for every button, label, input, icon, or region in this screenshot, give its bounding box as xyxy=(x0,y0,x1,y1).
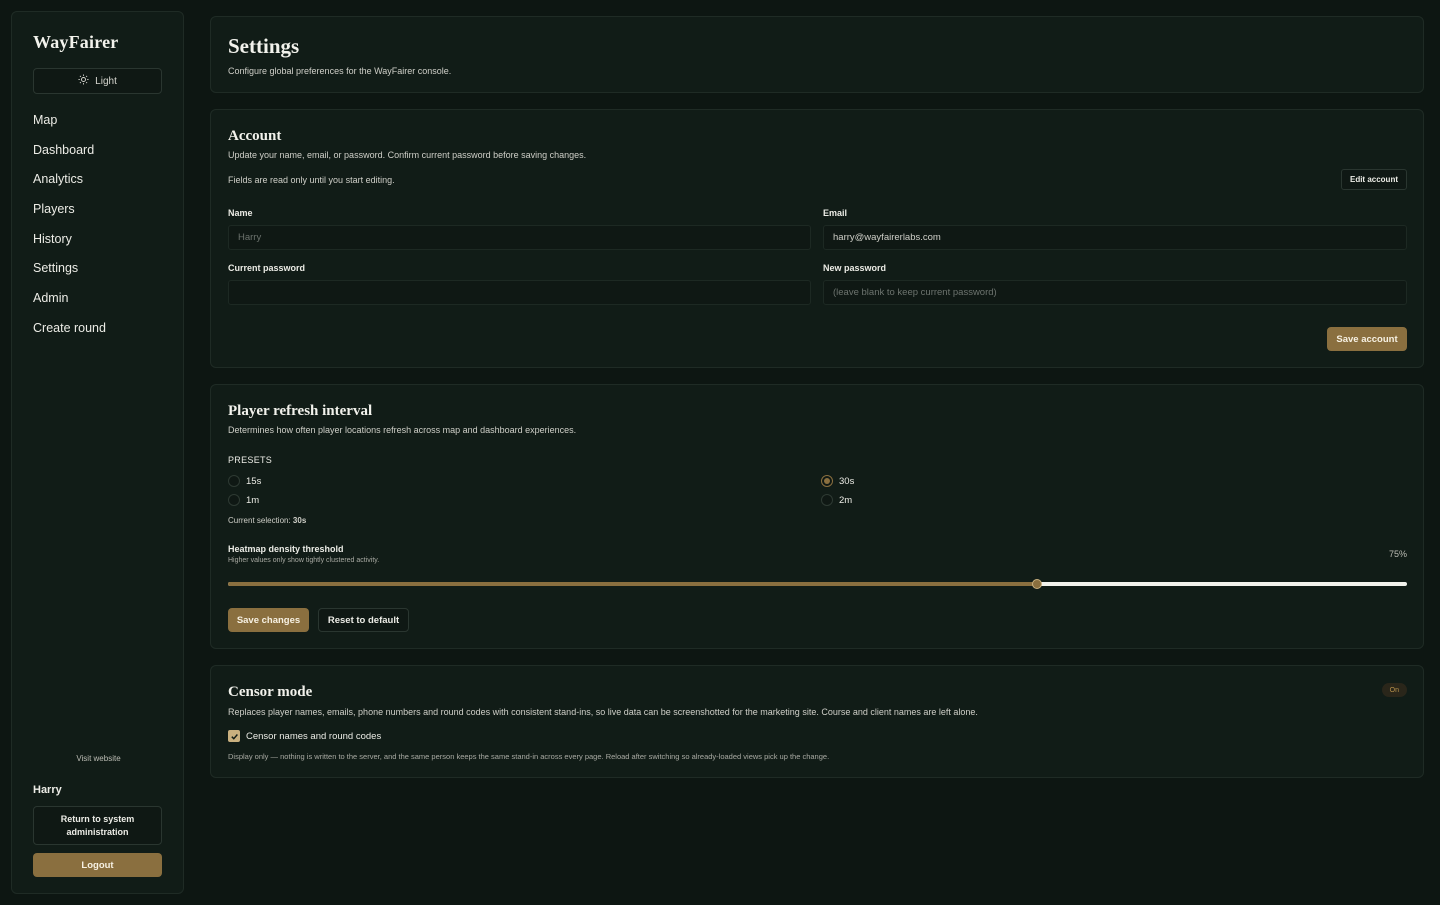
presets-label: PRESETS xyxy=(228,455,273,465)
censor-title: Censor mode xyxy=(228,684,313,700)
radio-indicator xyxy=(228,475,240,487)
sidebar-item-analytics[interactable]: Analytics xyxy=(33,169,106,199)
current-selection: Current selection: 30s xyxy=(228,516,306,525)
brand-logo: WayFairer xyxy=(33,32,119,52)
preset-15s-radio[interactable]: 15s xyxy=(228,475,261,487)
censor-note: Display only — nothing is written to the… xyxy=(228,752,830,761)
censor-mode-card: Censor mode On Replaces player names, em… xyxy=(210,665,1424,778)
refresh-description: Determines how often player locations re… xyxy=(228,425,577,435)
sun-icon xyxy=(78,74,89,88)
account-description: Update your name, email, or password. Co… xyxy=(228,150,587,160)
slider-fill xyxy=(228,582,1037,586)
censor-status-badge: On xyxy=(1381,683,1407,697)
preset-1m-radio[interactable]: 1m xyxy=(228,494,259,506)
page-subtitle: Configure global preferences for the Way… xyxy=(228,66,452,76)
censor-description: Replaces player names, emails, phone num… xyxy=(228,707,978,717)
email-field[interactable]: harry@wayfairerlabs.com xyxy=(823,225,1407,250)
preset-2m-radio[interactable]: 2m xyxy=(821,494,852,506)
page-title: Settings xyxy=(228,34,300,58)
refresh-interval-card: Player refresh interval Determines how o… xyxy=(210,384,1424,649)
sidebar-item-settings[interactable]: Settings xyxy=(33,258,106,288)
account-card: Account Update your name, email, or pass… xyxy=(210,109,1424,368)
visit-website-link[interactable]: Visit website xyxy=(12,754,185,763)
reset-default-button[interactable]: Reset to default xyxy=(318,608,409,632)
censor-checkbox-row[interactable]: Censor names and round codes xyxy=(228,730,381,742)
current-password-label: Current password xyxy=(228,263,306,273)
save-account-button[interactable]: Save account xyxy=(1327,327,1407,351)
sidebar: WayFairer Light Map Dashboard Analytics … xyxy=(11,11,184,894)
current-user-name: Harry xyxy=(33,784,62,796)
sidebar-item-dashboard[interactable]: Dashboard xyxy=(33,140,106,170)
new-password-label: New password xyxy=(823,263,887,273)
censor-checkbox-label: Censor names and round codes xyxy=(246,730,382,742)
account-title: Account xyxy=(228,128,282,144)
preset-label: 1m xyxy=(246,494,260,506)
heatmap-value: 75% xyxy=(1388,549,1407,559)
censor-checkbox[interactable] xyxy=(228,730,240,742)
preset-label: 2m xyxy=(839,494,853,506)
heatmap-help: Higher values only show tightly clustere… xyxy=(228,557,380,564)
sidebar-item-map[interactable]: Map xyxy=(33,110,106,140)
preset-30s-radio[interactable]: 30s xyxy=(821,475,854,487)
current-password-field[interactable] xyxy=(228,280,811,305)
current-selection-value: 30s xyxy=(292,516,307,525)
sidebar-item-history[interactable]: History xyxy=(33,229,106,259)
theme-label: Light xyxy=(95,75,117,87)
sidebar-item-create-round[interactable]: Create round xyxy=(33,318,106,348)
email-label: Email xyxy=(823,208,848,218)
radio-indicator xyxy=(821,494,833,506)
heatmap-label: Heatmap density threshold xyxy=(228,544,344,554)
preset-label: 15s xyxy=(246,475,262,487)
logout-button[interactable]: Logout xyxy=(33,853,162,877)
sidebar-nav: Map Dashboard Analytics Players History … xyxy=(33,110,106,348)
current-selection-prefix: Current selection: xyxy=(228,516,293,525)
slider-thumb[interactable] xyxy=(1031,579,1042,589)
name-label: Name xyxy=(228,208,253,218)
return-to-admin-button[interactable]: Return to system administration xyxy=(33,806,162,845)
refresh-title: Player refresh interval xyxy=(228,403,373,419)
sidebar-item-players[interactable]: Players xyxy=(33,199,106,229)
check-icon xyxy=(230,733,238,740)
account-readonly-note: Fields are read only until you start edi… xyxy=(228,175,395,185)
save-changes-button[interactable]: Save changes xyxy=(228,608,309,632)
settings-header-card: Settings Configure global preferences fo… xyxy=(210,16,1424,93)
new-password-field[interactable]: (leave blank to keep current password) xyxy=(823,280,1407,305)
radio-indicator-selected xyxy=(821,475,833,487)
theme-toggle-button[interactable]: Light xyxy=(33,68,162,94)
preset-label: 30s xyxy=(839,475,855,487)
radio-indicator xyxy=(228,494,240,506)
heatmap-slider[interactable] xyxy=(228,579,1407,589)
sidebar-item-admin[interactable]: Admin xyxy=(33,288,106,318)
name-field[interactable]: Harry xyxy=(228,225,811,250)
edit-account-button[interactable]: Edit account xyxy=(1340,169,1407,190)
